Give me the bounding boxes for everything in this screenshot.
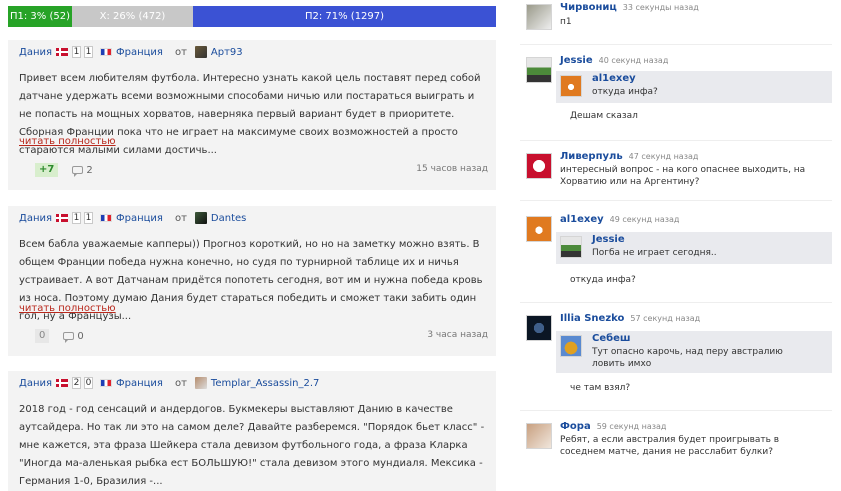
chat-username[interactable]: Jessie (560, 55, 593, 66)
author-link[interactable]: Templar_Assassin_2.7 (211, 378, 320, 389)
score-a: 1 (72, 46, 81, 58)
author-avatar[interactable] (194, 212, 207, 224)
team-b-link[interactable]: Франция (116, 213, 163, 224)
rating-badge[interactable]: +7 (35, 163, 59, 177)
post-time: 15 часов назад (416, 164, 488, 174)
vote-p1-segment[interactable]: П1: 3% (52) (8, 6, 72, 27)
score-b: 1 (84, 212, 93, 224)
france-flag-icon (100, 214, 112, 222)
by-label: от (174, 377, 187, 389)
chat-message: Ливерпуль 47 секунд назад интересный вопр… (520, 151, 832, 188)
score-b: 0 (84, 377, 93, 389)
vote-x-segment[interactable]: X: 26% (472) (72, 6, 193, 27)
post-header: Дания 1 1 Франция от Dantes (19, 210, 246, 226)
chat-time: 47 секунд назад (628, 152, 699, 161)
post-footer: 0 0 (35, 329, 84, 343)
quoted-username[interactable]: Jessie (592, 234, 625, 245)
denmark-flag-icon (56, 214, 68, 222)
chat-message: al1exey 49 секунд назад Jessie Погба не и… (520, 214, 832, 296)
by-label: от (174, 46, 187, 58)
author-link[interactable]: Dantes (211, 213, 246, 224)
denmark-flag-icon (56, 48, 68, 56)
chat-message: Фора 59 секунд назад Ребят, а если австра… (520, 421, 832, 458)
quoted-user-avatar[interactable] (560, 236, 582, 258)
france-flag-icon (100, 48, 112, 56)
divider (520, 302, 832, 303)
chat-username[interactable]: Ливерпуль (560, 151, 623, 162)
forecasts-column: П1: 3% (52) X: 26% (472) П2: 71% (1297) … (0, 0, 510, 491)
chat-time: 57 секунд назад (630, 314, 701, 323)
post-header: Дания 2 0 Франция от Templar_Assassin_2.… (19, 375, 319, 391)
chat-time: 40 секунд назад (598, 56, 669, 65)
divider (520, 200, 832, 201)
post-body: 2018 год - год сенсаций и андердогов. Бу… (19, 404, 485, 487)
team-b-link[interactable]: Франция (116, 47, 163, 58)
user-avatar[interactable] (526, 423, 552, 449)
live-chat: Чирвониц 33 секунды назад п1 Jessie 40 сек… (510, 0, 841, 486)
post-time: 3 часа назад (427, 330, 488, 340)
user-avatar[interactable] (526, 4, 552, 30)
quoted-user-avatar[interactable] (560, 75, 582, 97)
chat-reply-text: Дешам сказал (570, 111, 638, 121)
score-a: 1 (72, 212, 81, 224)
chat-text: интересный вопрос - на кого опаснее выхо… (560, 165, 806, 187)
team-b-link[interactable]: Франция (116, 378, 163, 389)
denmark-flag-icon (56, 379, 68, 387)
chat-text: п1 (560, 17, 572, 27)
vote-bar: П1: 3% (52) X: 26% (472) П2: 71% (1297) (8, 6, 496, 27)
chat-message: Чирвониц 33 секунды назад п1 (520, 2, 832, 30)
quoted-message: al1exey откуда инфа? (556, 71, 832, 103)
chat-message: Jessie 40 секунд назад al1exey откуда инф… (520, 55, 832, 137)
comment-icon[interactable] (72, 166, 84, 177)
user-avatar[interactable] (526, 57, 552, 83)
vote-p2-segment[interactable]: П2: 71% (1297) (193, 6, 496, 27)
by-label: от (174, 212, 187, 224)
quoted-message: Себеш Тут опасно карочь, над перу австра… (556, 331, 832, 373)
score-b: 1 (84, 46, 93, 58)
chat-username[interactable]: Чирвониц (560, 2, 617, 13)
quoted-user-avatar[interactable] (560, 335, 582, 357)
team-a-link[interactable]: Дания (19, 213, 52, 224)
author-link[interactable]: Арт93 (211, 47, 243, 58)
divider (520, 44, 832, 45)
quoted-text: Погба не играет сегодня.. (592, 248, 717, 258)
user-avatar[interactable] (526, 315, 552, 341)
chat-reply-text: откуда инфа? (570, 275, 636, 285)
forecast-post: Дания 1 1 Франция от Dantes Всем бабла у… (8, 206, 496, 356)
chat-message: Illia Snezko 57 секунд назад Себеш Тут оп… (520, 313, 832, 405)
author-avatar[interactable] (194, 377, 207, 389)
forecast-post: Дания 1 1 Франция от Арт93 Привет всем л… (8, 40, 496, 190)
rating-badge[interactable]: 0 (35, 329, 50, 343)
chat-text: Ребят, а если австралия будет проигрыват… (560, 435, 780, 457)
user-avatar[interactable] (526, 153, 552, 179)
chat-time: 49 секунд назад (609, 215, 680, 224)
quoted-message: Jessie Погба не играет сегодня.. (556, 232, 832, 264)
author-avatar[interactable] (194, 46, 207, 58)
quoted-text: откуда инфа? (592, 87, 658, 97)
divider (520, 410, 832, 411)
chat-time: 33 секунды назад (622, 3, 699, 12)
team-a-link[interactable]: Дания (19, 47, 52, 58)
score-a: 2 (72, 377, 81, 389)
user-avatar[interactable] (526, 216, 552, 242)
chat-reply-text: че там взял? (570, 383, 631, 393)
chat-time: 59 секунд назад (596, 422, 667, 431)
quoted-username[interactable]: al1exey (592, 73, 636, 84)
quoted-text: Тут опасно карочь, над перу австралию ло… (592, 347, 783, 369)
post-header: Дания 1 1 Франция от Арт93 (19, 44, 243, 60)
quoted-username[interactable]: Себеш (592, 333, 631, 344)
comments-count[interactable]: 0 (77, 331, 83, 342)
post-footer: +7 2 (35, 163, 93, 177)
forecast-post: Дания 2 0 Франция от Templar_Assassin_2.… (8, 371, 496, 491)
read-more-link[interactable]: читать полностью (19, 136, 116, 147)
read-more-link[interactable]: читать полностью (19, 303, 116, 314)
chat-username[interactable]: Illia Snezko (560, 313, 624, 324)
comment-icon[interactable] (63, 332, 75, 343)
team-a-link[interactable]: Дания (19, 378, 52, 389)
chat-username[interactable]: al1exey (560, 214, 604, 225)
chat-username[interactable]: Фора (560, 421, 591, 432)
divider (520, 140, 832, 141)
comments-count[interactable]: 2 (86, 165, 92, 176)
france-flag-icon (100, 379, 112, 387)
